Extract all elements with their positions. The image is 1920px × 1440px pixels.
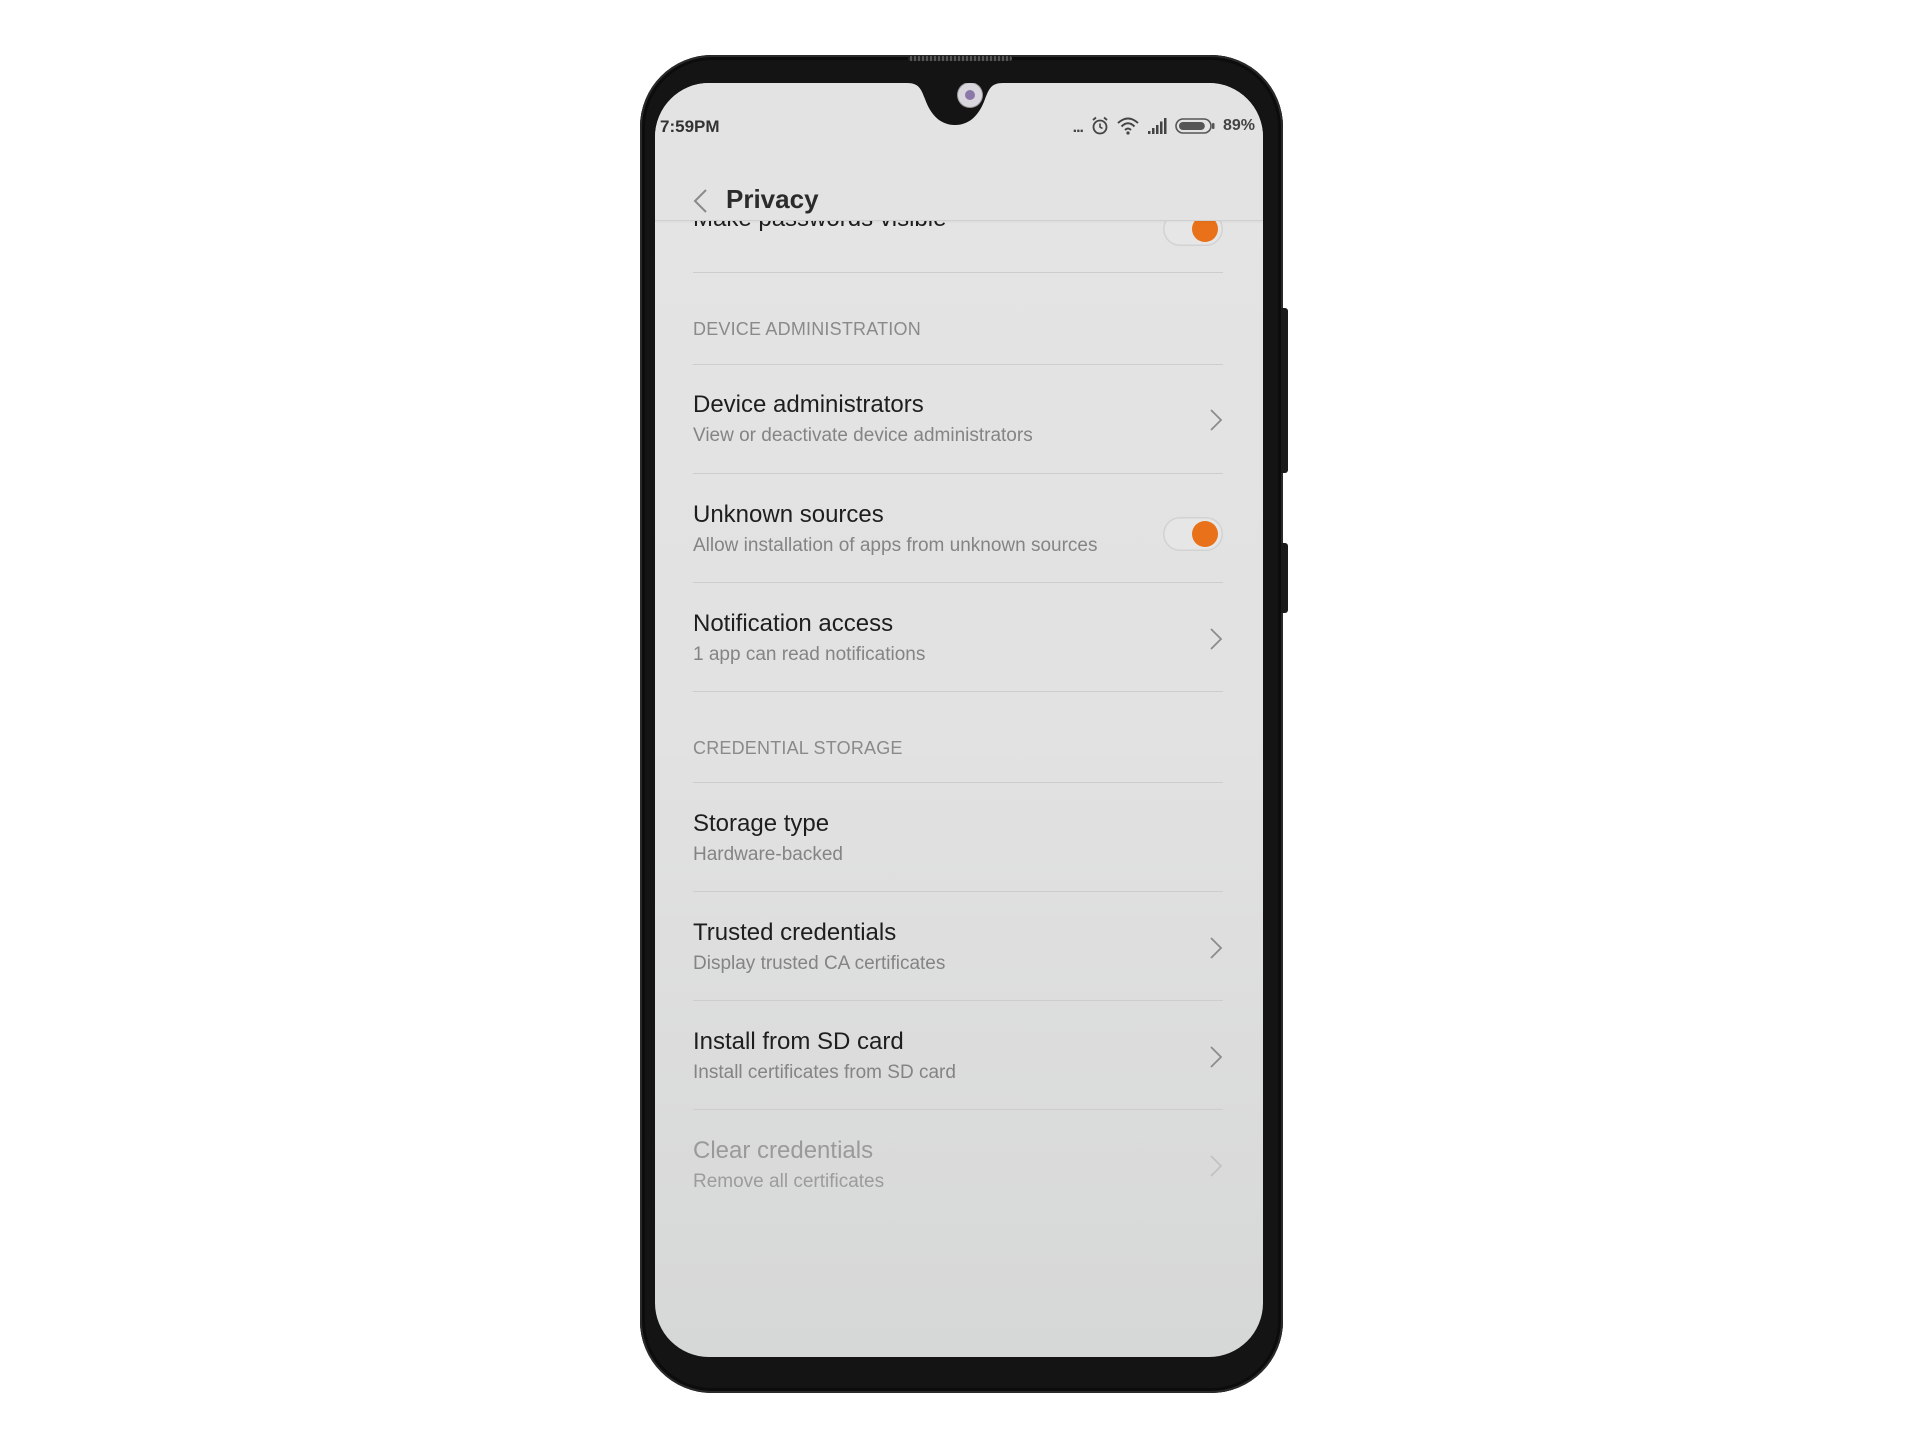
- chevron-right-icon: [1210, 1155, 1223, 1177]
- section-header-credential-storage: CREDENTIAL STORAGE: [693, 738, 903, 758]
- chevron-right-icon: [1210, 409, 1223, 431]
- signal-icon: [1147, 118, 1167, 134]
- toggle-knob: [1192, 521, 1218, 547]
- item-subtitle: Display trusted CA certificates: [693, 953, 946, 974]
- list-item-trusted-credentials[interactable]: Trusted credentials Display trusted CA c…: [693, 911, 1223, 991]
- volume-button[interactable]: [1281, 543, 1288, 613]
- divider: [693, 691, 1223, 692]
- status-time: 7:59PM: [660, 117, 720, 136]
- list-item-notification-access[interactable]: Notification access 1 app can read notif…: [693, 602, 1223, 682]
- divider: [693, 582, 1223, 583]
- item-subtitle: Allow installation of apps from unknown …: [693, 535, 1098, 556]
- alarm-icon: [1092, 116, 1108, 135]
- item-title: Install from SD card: [693, 1028, 904, 1055]
- item-title: Clear credentials: [693, 1137, 874, 1164]
- chevron-right-icon: [1210, 937, 1223, 959]
- divider: [693, 891, 1223, 892]
- list-item-install-from-sd-card[interactable]: Install from SD card Install certificate…: [693, 1020, 1223, 1100]
- item-subtitle: 1 app can read notifications: [693, 644, 926, 665]
- list-item-clear-credentials[interactable]: Clear credentials Remove all certificate…: [693, 1129, 1223, 1209]
- section-header-device-administration: DEVICE ADMINISTRATION: [693, 319, 921, 339]
- item-title: Device administrators: [693, 391, 924, 418]
- item-subtitle: Install certificates from SD card: [693, 1062, 956, 1083]
- display-notch: [907, 83, 1003, 125]
- divider: [693, 782, 1223, 783]
- screen: Make passwords visible DEVICE ADMINISTRA…: [655, 83, 1263, 1357]
- item-title: Trusted credentials: [693, 919, 897, 946]
- list-item-unknown-sources[interactable]: Unknown sources Allow installation of ap…: [693, 493, 1223, 573]
- earpiece-speaker: [908, 56, 1012, 61]
- divider: [693, 272, 1223, 273]
- front-camera-icon: [958, 83, 982, 107]
- app-header: Privacy: [655, 178, 1263, 221]
- divider: [693, 1000, 1223, 1001]
- item-title: Storage type: [693, 810, 830, 837]
- item-subtitle: Hardware-backed: [693, 844, 843, 865]
- list-item-device-administrators[interactable]: Device administrators View or deactivate…: [693, 383, 1223, 463]
- item-subtitle: Remove all certificates: [693, 1171, 885, 1192]
- divider: [693, 364, 1223, 365]
- divider: [693, 1109, 1223, 1110]
- battery-icon: [1175, 118, 1215, 134]
- chevron-left-icon[interactable]: [690, 188, 712, 214]
- phone-frame: Make passwords visible DEVICE ADMINISTRA…: [640, 55, 1288, 1393]
- chevron-right-icon: [1210, 628, 1223, 650]
- list-item-storage-type: Storage type Hardware-backed: [693, 802, 1223, 882]
- item-subtitle: View or deactivate device administrators: [693, 425, 1033, 446]
- power-button[interactable]: [1281, 308, 1288, 473]
- more-notifications-icon: ...: [1072, 119, 1084, 136]
- divider: [693, 473, 1223, 474]
- battery-percent: 89%: [1222, 117, 1255, 134]
- wifi-icon: [1117, 117, 1139, 135]
- page-title: Privacy: [726, 184, 819, 214]
- item-title: Notification access: [693, 610, 894, 637]
- unknown-sources-toggle[interactable]: [1163, 517, 1223, 551]
- chevron-right-icon: [1210, 1046, 1223, 1068]
- item-title: Unknown sources: [693, 501, 884, 528]
- status-icons: ... 89%: [1073, 114, 1255, 138]
